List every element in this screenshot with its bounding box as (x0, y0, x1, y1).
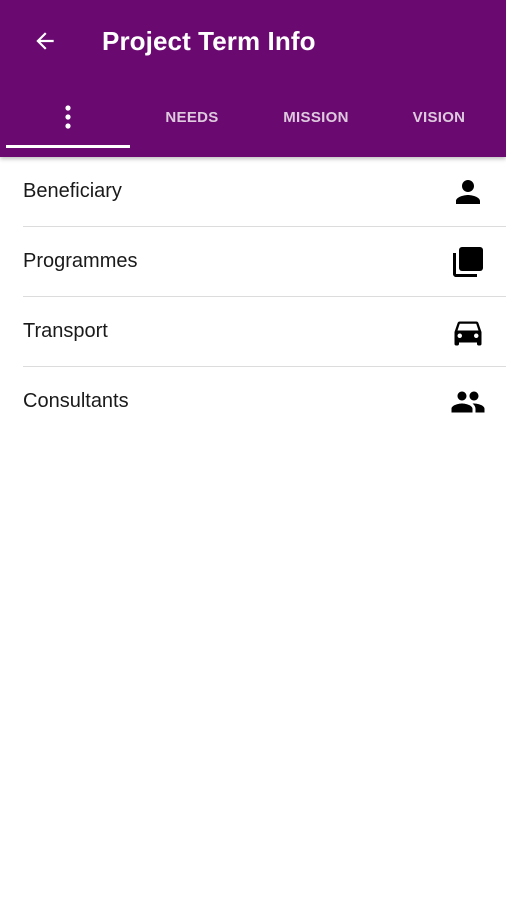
tab-needs[interactable]: NEEDS (130, 82, 254, 152)
tab-mission[interactable]: MISSION (254, 82, 378, 152)
tab-indicator (6, 145, 130, 148)
person-icon (456, 180, 480, 204)
list-item-consultants[interactable]: Consultants (0, 367, 506, 437)
list-item-label: Beneficiary (23, 180, 122, 202)
people-icon (451, 391, 485, 413)
library-icon (453, 247, 483, 277)
list-item-beneficiary[interactable]: Beneficiary (0, 157, 506, 227)
list-item-label: Programmes (23, 250, 138, 272)
more-vert-icon (65, 105, 71, 129)
toolbar: Project Term Info (0, 0, 506, 82)
list-item-programmes[interactable]: Programmes (0, 227, 506, 297)
back-button[interactable] (26, 22, 64, 60)
term-list: Beneficiary Programmes Transport Consult… (0, 157, 506, 437)
list-item-label: Consultants (23, 390, 129, 412)
list-item-transport[interactable]: Transport (0, 297, 506, 367)
arrow-back-icon (36, 32, 54, 50)
tab-bar: NEEDS MISSION VISION (0, 82, 506, 157)
car-icon (454, 321, 482, 346)
list-item-label: Transport (23, 320, 108, 342)
tab-vision[interactable]: VISION (378, 82, 500, 152)
page-title: Project Term Info (102, 26, 316, 56)
app-bar: Project Term Info NEEDS MISSION VISION (0, 0, 506, 157)
tab-more[interactable] (6, 82, 130, 152)
